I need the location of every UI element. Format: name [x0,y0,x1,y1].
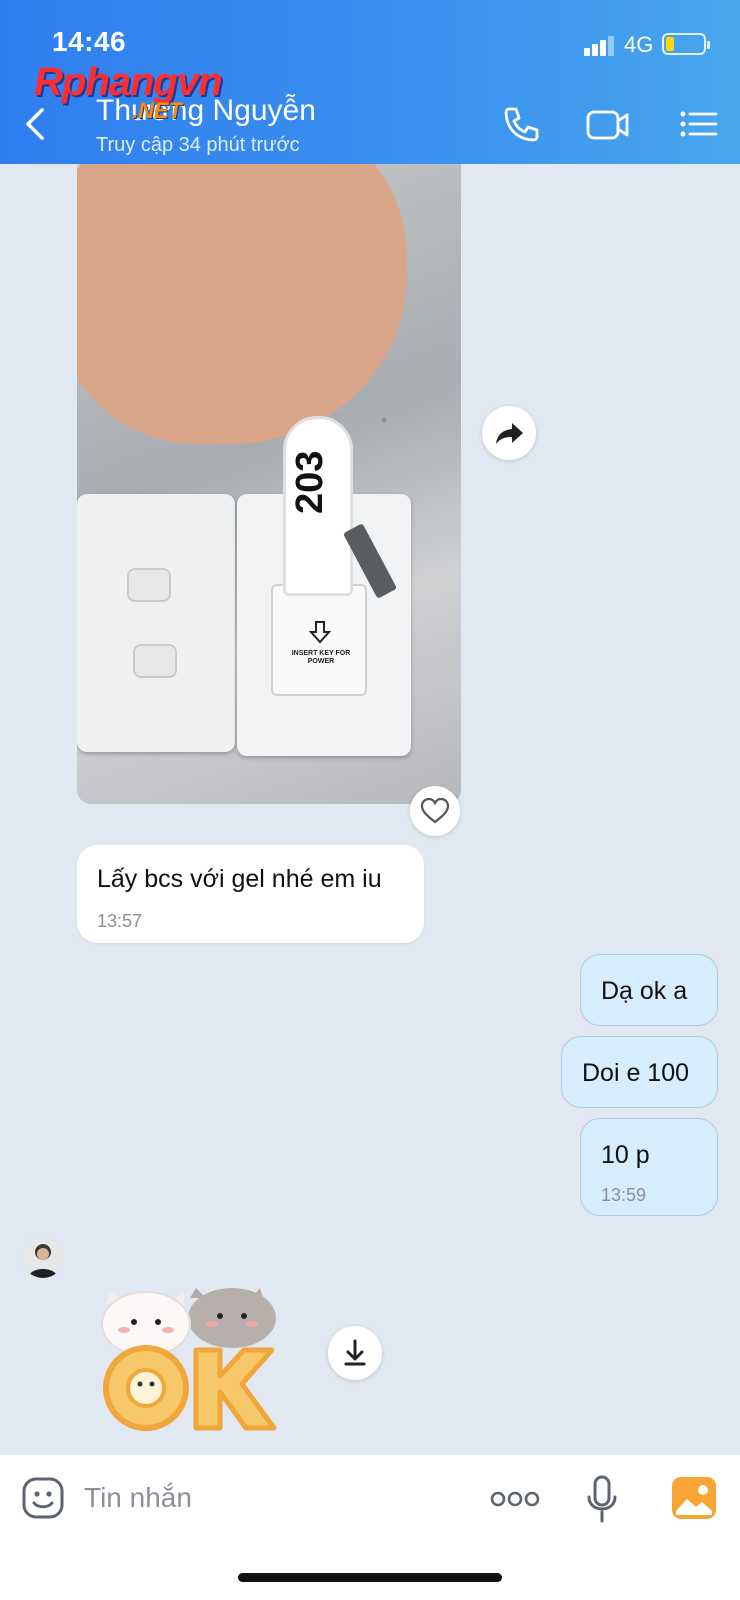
message-input-bar [0,1454,740,1600]
network-type: 4G [624,32,654,57]
watermark-text: Rphangvn [34,60,223,104]
smiley-sticker-icon [22,1477,64,1519]
message-text: Doi e 100 [582,1059,690,1087]
watermark-logo: Rphangvn .NET [34,60,264,130]
image-gallery-icon [672,1477,716,1519]
menu-button[interactable] [678,104,722,144]
person-avatar-icon [22,1236,64,1278]
status-time: 14:46 [52,26,127,57]
hand-image-part [77,164,407,444]
ok-cat-sticker[interactable] [100,1284,282,1436]
home-indicator [238,1573,502,1582]
heart-icon [420,797,450,824]
switch-plate [77,494,235,752]
microphone-icon [587,1475,617,1523]
chat-header: 14:46 4G Thương Nguyễn Truy cập 34 phút … [0,0,740,164]
room-number: 203 [289,450,331,514]
download-icon [344,1339,366,1366]
light-switch [127,568,171,602]
arrow-down-icon [309,621,331,644]
message-text: Lấy bcs với gel nhé em iu [97,865,382,893]
share-button[interactable] [482,406,536,460]
voice-call-button[interactable] [500,104,544,144]
emoji-button[interactable] [22,1477,64,1519]
more-dots-icon [490,1491,540,1507]
message-time: 13:57 [97,911,143,931]
cat-sticker-icon [101,1288,277,1431]
video-camera-icon [586,110,629,140]
avatar[interactable] [22,1236,64,1278]
light-switch [133,644,177,678]
outgoing-message[interactable]: Doi e 100 [561,1036,718,1108]
message-time: 13:59 [601,1185,647,1205]
contact-last-seen: Truy cập 34 phút trước [96,134,300,156]
outgoing-message[interactable]: 10 p 13:59 [580,1118,718,1216]
download-button[interactable] [328,1326,382,1380]
share-arrow-icon [496,423,523,444]
phone-icon [504,107,539,142]
slot-label: INSERT KEY FOR POWER [291,650,351,665]
message-text: 10 p [601,1141,650,1169]
outgoing-message[interactable]: Dạ ok a [580,954,718,1026]
list-menu-icon [680,111,718,137]
signal-icon [584,34,616,56]
voice-record-button[interactable] [586,1475,618,1523]
video-call-button[interactable] [586,104,630,144]
photo-message[interactable]: INSERT KEY FOR POWER 203 [77,164,461,804]
battery-icon [662,33,710,55]
more-options-button[interactable] [490,1489,540,1509]
message-text: Dạ ok a [601,977,688,1005]
message-input[interactable] [84,1475,464,1521]
incoming-message[interactable]: Lấy bcs với gel nhé em iu 13:57 [77,845,424,943]
like-button[interactable] [410,786,460,836]
watermark-sub: .NET [132,98,183,123]
image-picker-button[interactable] [672,1477,716,1519]
